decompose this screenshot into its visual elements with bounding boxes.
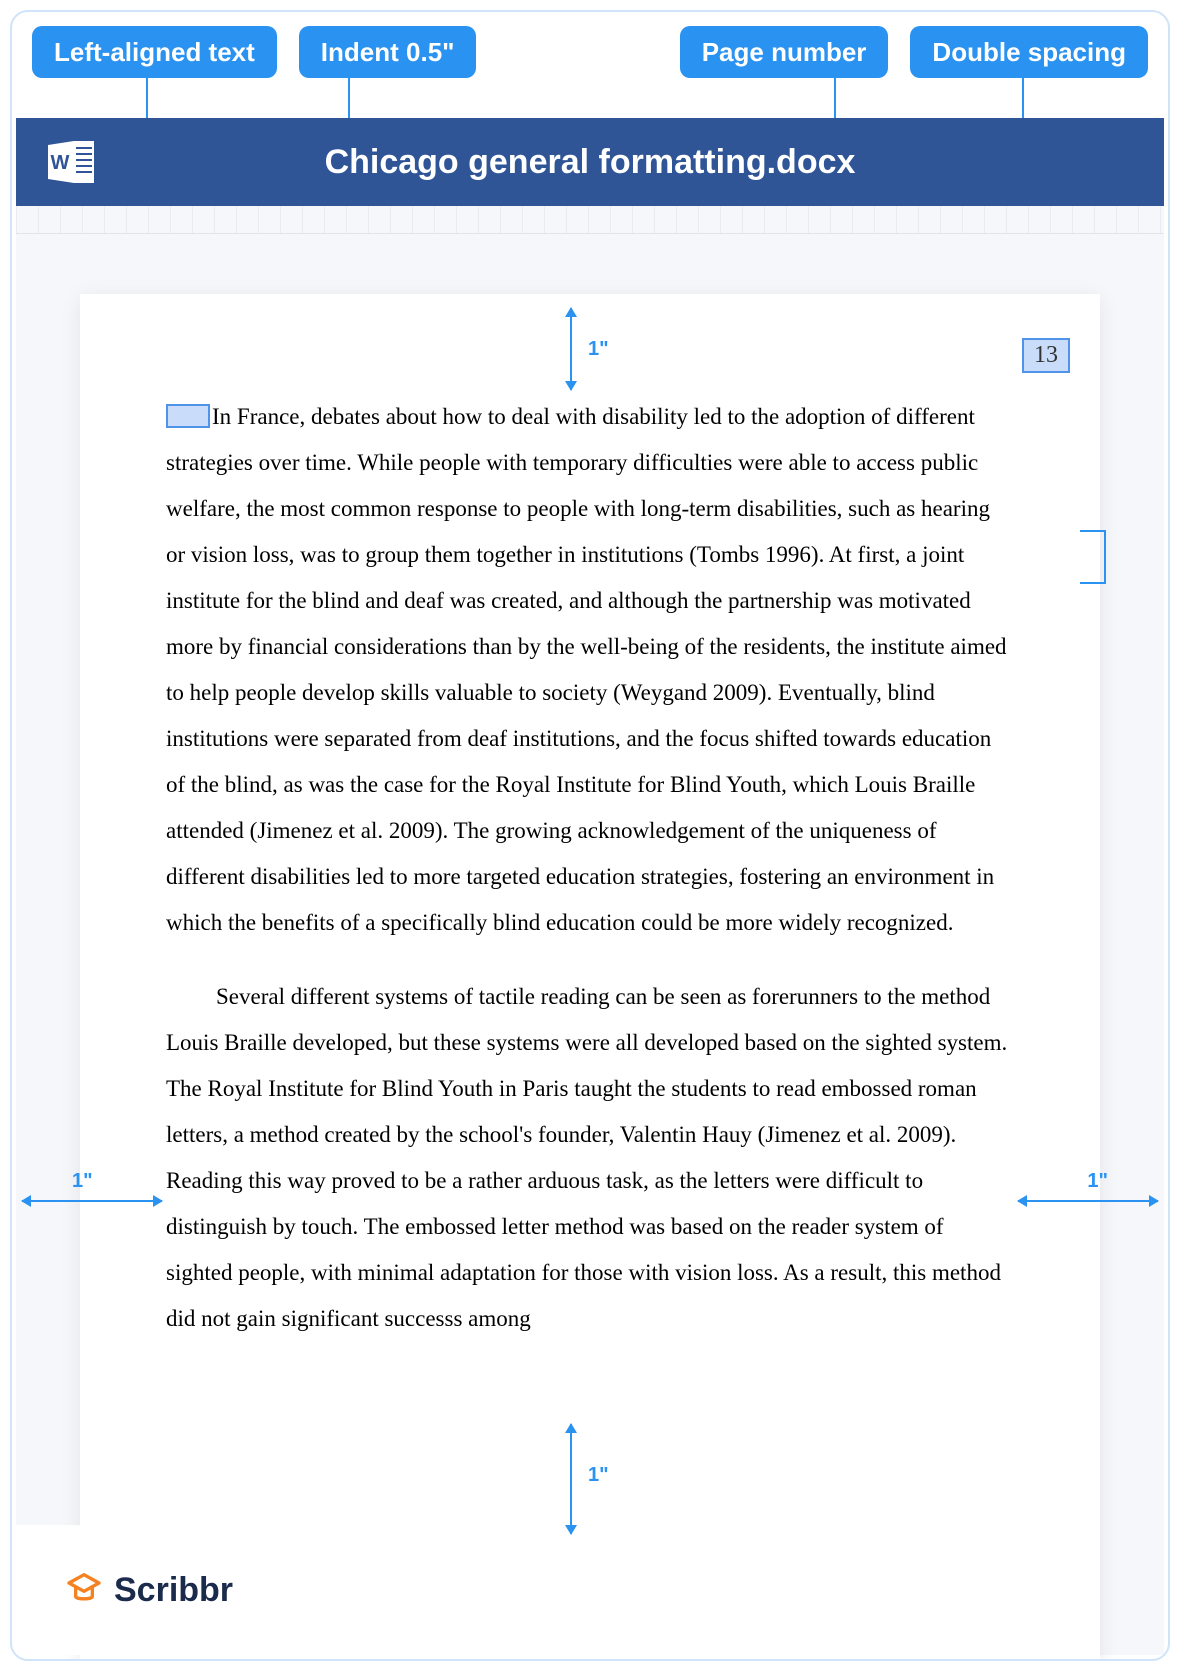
left-margin-label: 1" xyxy=(72,1170,93,1193)
page-number: 13 xyxy=(1022,338,1070,373)
bottom-margin-arrow xyxy=(570,1424,572,1534)
paragraph-1: In France, debates about how to deal wit… xyxy=(166,394,1014,946)
ruler xyxy=(16,206,1164,234)
document-title: Chicago general formatting.docx xyxy=(16,143,1164,182)
indent-highlight xyxy=(166,404,210,428)
paragraph-2: Several different systems of tactile rea… xyxy=(166,974,1014,1342)
label-double-spacing: Double spacing xyxy=(910,26,1148,78)
bottom-margin-label: 1" xyxy=(588,1464,609,1487)
document-page: 13 1" In France, debates about how to de… xyxy=(80,294,1100,1661)
annotation-labels-row: Left-aligned text Indent 0.5" Page numbe… xyxy=(12,26,1168,86)
label-indent: Indent 0.5" xyxy=(299,26,477,78)
scribbr-icon xyxy=(64,1568,114,1613)
paragraph-2-text: Several different systems of tactile rea… xyxy=(166,984,1007,1331)
label-left-aligned: Left-aligned text xyxy=(32,26,277,78)
double-spacing-bracket xyxy=(1080,530,1106,584)
scribbr-brand: Scribbr xyxy=(16,1525,316,1655)
top-margin-label: 1" xyxy=(588,338,609,361)
scribbr-text: Scribbr xyxy=(114,1571,233,1610)
label-page-number: Page number xyxy=(680,26,889,78)
diagram-frame: Left-aligned text Indent 0.5" Page numbe… xyxy=(10,10,1170,1661)
word-header: W Chicago general formatting.docx xyxy=(16,118,1164,206)
left-margin-arrow xyxy=(22,1200,162,1202)
paragraph-1-text: In France, debates about how to deal wit… xyxy=(166,404,1007,935)
right-margin-arrow xyxy=(1018,1200,1158,1202)
body-text: In France, debates about how to deal wit… xyxy=(166,394,1014,1352)
right-margin-label: 1" xyxy=(1087,1170,1108,1193)
page-background: 13 1" In France, debates about how to de… xyxy=(16,234,1164,1655)
top-margin-arrow xyxy=(570,308,572,390)
